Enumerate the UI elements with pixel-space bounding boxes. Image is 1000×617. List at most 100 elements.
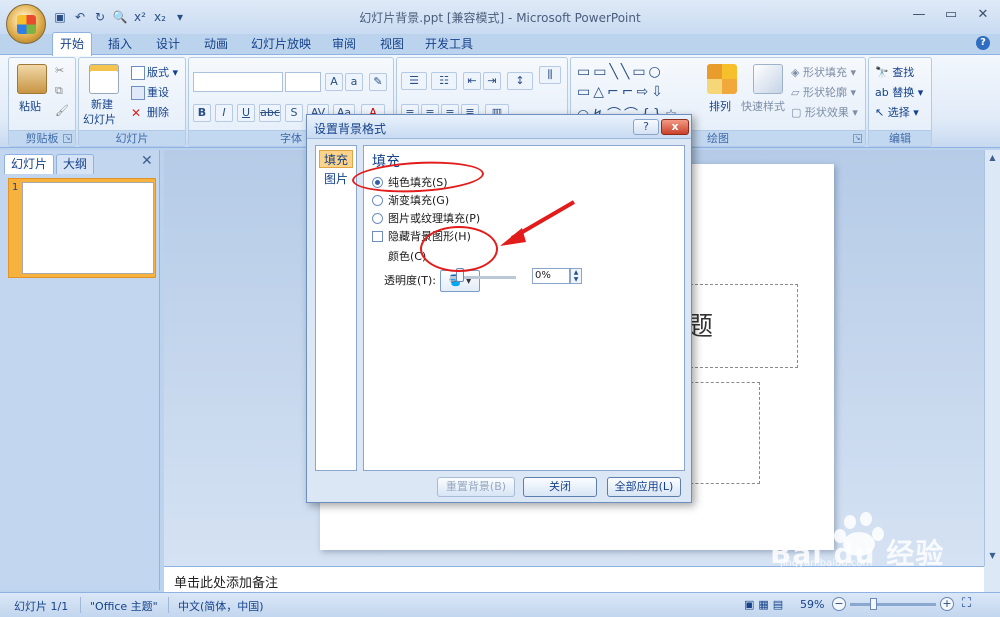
tab-slideshow[interactable]: 幻灯片放映 xyxy=(246,34,316,54)
gradient-fill-option[interactable]: 渐变填充(G) xyxy=(372,192,449,208)
tab-animations[interactable]: 动画 xyxy=(196,34,236,54)
copy-icon[interactable]: ⧉ xyxy=(55,84,63,98)
help-icon[interactable]: ? xyxy=(976,36,990,50)
reset-background-button[interactable]: 重置背景(B) xyxy=(437,477,515,497)
new-slide-label-1[interactable]: 新建 xyxy=(91,96,113,112)
tab-review[interactable]: 审阅 xyxy=(326,34,362,54)
status-language[interactable]: 中文(简体，中国) xyxy=(178,598,264,614)
view-buttons[interactable]: ▣▦▤ xyxy=(744,598,787,611)
select-button[interactable]: ↖ 选择 ▾ xyxy=(875,104,919,120)
drawing-launcher-icon[interactable]: ↘ xyxy=(853,134,862,143)
font-name-dropdown[interactable] xyxy=(193,72,283,92)
numbering-icon[interactable]: ☷ xyxy=(431,72,457,90)
cut-icon[interactable]: ✂ xyxy=(55,64,64,77)
picture-fill-radio[interactable] xyxy=(372,213,383,224)
clipboard-launcher-icon[interactable]: ↘ xyxy=(63,134,72,143)
tab-outline[interactable]: 大纲 xyxy=(56,154,95,174)
new-slide-icon[interactable] xyxy=(89,64,119,94)
editing-group-label: 编辑 xyxy=(869,130,931,146)
scroll-up-icon[interactable]: ▲ xyxy=(987,152,998,164)
title-placeholder[interactable]: 题 xyxy=(680,284,798,368)
gradient-fill-radio[interactable] xyxy=(372,195,383,206)
hide-background-checkbox[interactable] xyxy=(372,231,383,242)
shrink-font-icon[interactable]: a xyxy=(345,73,363,91)
tab-slides[interactable]: 幻灯片 xyxy=(4,154,55,174)
zoom-slider[interactable] xyxy=(850,603,936,606)
zoom-level[interactable]: 59% xyxy=(800,598,824,611)
bullets-icon[interactable]: ☰ xyxy=(401,72,427,90)
solid-fill-radio[interactable] xyxy=(372,177,383,188)
replace-button[interactable]: ab 替换 ▾ xyxy=(875,84,923,100)
format-painter-icon[interactable]: 🖌 xyxy=(55,104,69,117)
status-theme[interactable]: "Office 主题" xyxy=(90,598,158,614)
tab-insert[interactable]: 插入 xyxy=(102,34,138,54)
transparency-input[interactable]: 0% xyxy=(532,268,570,284)
minimize-icon[interactable]: — xyxy=(910,7,928,23)
office-button[interactable] xyxy=(6,4,46,44)
annotation-arrow-icon xyxy=(500,200,576,246)
tab-view[interactable]: 视图 xyxy=(374,34,410,54)
slide-thumbnail[interactable] xyxy=(22,182,154,274)
picture-fill-option[interactable]: 图片或纹理填充(P) xyxy=(372,210,480,226)
grow-font-icon[interactable]: A xyxy=(325,73,343,91)
increase-indent-icon[interactable]: ⇥ xyxy=(483,72,501,90)
delete-button[interactable]: ✕ 删除 xyxy=(131,104,169,120)
layout-button[interactable]: 版式 ▾ xyxy=(131,64,178,80)
zoom-out-icon[interactable]: − xyxy=(832,597,846,611)
reset-label: 重设 xyxy=(147,86,169,99)
maximize-icon[interactable]: ▭ xyxy=(942,7,960,23)
apply-all-button[interactable]: 全部应用(L) xyxy=(607,477,681,497)
arrange-icon[interactable] xyxy=(707,64,737,94)
clear-format-icon[interactable]: ✎ xyxy=(369,73,387,91)
dialog-help-icon[interactable]: ? xyxy=(633,119,659,135)
transparency-spinner[interactable]: ▲ ▼ xyxy=(570,268,582,284)
line-spacing-icon[interactable]: ↕ xyxy=(507,72,533,90)
gradient-fill-label: 渐变填充(G) xyxy=(388,194,450,207)
tab-developer[interactable]: 开发工具 xyxy=(420,34,478,54)
italic-icon[interactable]: I xyxy=(215,104,233,122)
paste-icon[interactable] xyxy=(17,64,47,94)
pane-close-icon[interactable]: ✕ xyxy=(141,154,155,168)
quick-styles-icon[interactable] xyxy=(753,64,783,94)
transparency-slider-thumb[interactable] xyxy=(456,268,464,282)
hide-background-option[interactable]: 隐藏背景图形(H) xyxy=(372,228,471,244)
reset-button[interactable]: 重设 xyxy=(131,84,169,100)
nav-fill[interactable]: 填充 xyxy=(319,150,353,168)
shape-effects-button[interactable]: ▢ 形状效果 ▾ xyxy=(791,104,858,120)
shape-outline-button[interactable]: ▱ 形状轮廓 ▾ xyxy=(791,84,856,100)
close-icon[interactable]: ✕ xyxy=(974,7,992,23)
shapes-gallery-row-2[interactable]: ▭△⌐⌐⇨⇩ xyxy=(577,84,666,100)
fit-window-icon[interactable]: ⛶ xyxy=(962,596,971,611)
shapes-gallery-row-1[interactable]: ▭▭╲╲▭○ xyxy=(577,64,664,80)
dialog-close-icon[interactable]: x xyxy=(661,119,689,135)
quick-styles-button[interactable]: 快速样式 xyxy=(741,98,785,114)
zoom-in-icon[interactable]: + xyxy=(940,597,954,611)
bold-icon[interactable]: B xyxy=(193,104,211,122)
format-background-dialog: 设置背景格式 ? x 填充 图片 填充 纯色填充(S) 渐变填充(G) 图片或纹… xyxy=(306,114,692,503)
transparency-label: 透明度(T): xyxy=(384,274,437,287)
vertical-scrollbar[interactable]: ▲ ▼ xyxy=(984,150,1000,566)
panel-title: 填充 xyxy=(372,154,400,170)
shadow-icon[interactable]: S xyxy=(285,104,303,122)
dialog-title: 设置背景格式 xyxy=(314,122,387,136)
tab-design[interactable]: 设计 xyxy=(148,34,188,54)
close-button[interactable]: 关闭 xyxy=(523,477,597,497)
zoom-slider-thumb[interactable] xyxy=(870,598,877,610)
nav-picture[interactable]: 图片 xyxy=(319,170,353,188)
new-slide-label-2[interactable]: 幻灯片 xyxy=(83,111,116,127)
tab-home[interactable]: 开始 xyxy=(52,32,92,56)
font-size-dropdown[interactable] xyxy=(285,72,321,92)
text-direction-icon[interactable]: ⫼ xyxy=(539,66,561,84)
paste-button[interactable]: 粘贴 xyxy=(19,98,41,114)
strikethrough-icon[interactable]: abc xyxy=(259,104,281,122)
subtitle-placeholder[interactable] xyxy=(680,382,760,484)
find-button[interactable]: 🔭 查找 xyxy=(875,64,914,80)
watermark-url: jingyan.baidu.com xyxy=(780,558,873,569)
shape-fill-label: 形状填充 xyxy=(802,66,847,79)
underline-icon[interactable]: U xyxy=(237,104,255,122)
shape-fill-button[interactable]: ◈ 形状填充 ▾ xyxy=(791,64,856,80)
solid-fill-option[interactable]: 纯色填充(S) xyxy=(372,174,448,190)
arrange-button[interactable]: 排列 xyxy=(709,98,731,114)
decrease-indent-icon[interactable]: ⇤ xyxy=(463,72,481,90)
slides-pane: 幻灯片 大纲 ✕ 1 xyxy=(0,150,160,590)
